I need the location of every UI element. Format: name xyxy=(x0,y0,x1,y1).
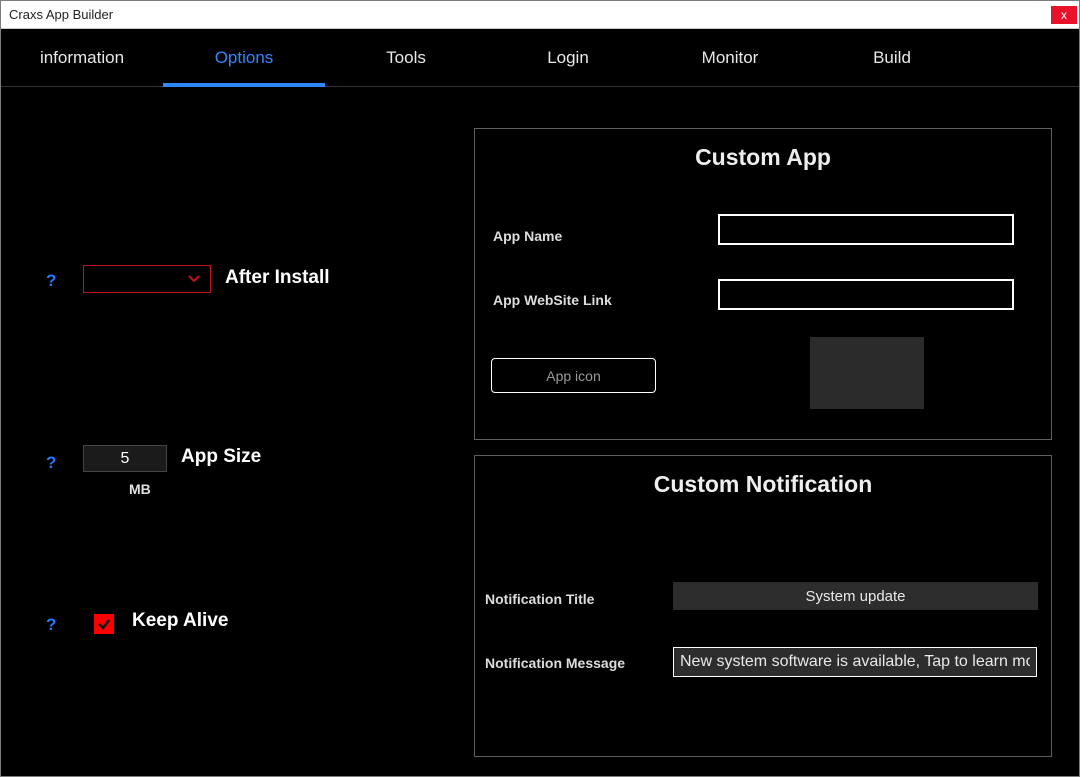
notification-title-input[interactable] xyxy=(673,582,1038,610)
tab-label: Login xyxy=(547,48,589,68)
title-bar: Craxs App Builder x xyxy=(1,1,1079,29)
tab-options[interactable]: Options xyxy=(163,29,325,86)
help-icon[interactable]: ? xyxy=(46,271,56,291)
help-icon[interactable]: ? xyxy=(46,615,56,635)
content-area: ? After Install ? App Size MB ? Keep Ali… xyxy=(1,87,1079,776)
tab-label: Options xyxy=(215,48,274,68)
tab-label: Tools xyxy=(386,48,426,68)
after-install-select[interactable] xyxy=(83,265,211,293)
keep-alive-label: Keep Alive xyxy=(132,610,228,632)
custom-notification-panel: Custom Notification Notification Title N… xyxy=(474,455,1052,757)
tab-label: Build xyxy=(873,48,911,68)
chevron-down-icon xyxy=(188,275,200,283)
close-icon: x xyxy=(1061,8,1067,22)
tab-build[interactable]: Build xyxy=(811,29,973,86)
app-name-input[interactable] xyxy=(718,214,1014,245)
custom-app-title: Custom App xyxy=(475,144,1051,171)
app-icon-preview xyxy=(810,337,924,409)
help-icon[interactable]: ? xyxy=(46,453,56,473)
app-size-input[interactable] xyxy=(83,445,167,472)
app-icon-button[interactable]: App icon xyxy=(491,358,656,393)
app-website-input[interactable] xyxy=(718,279,1014,310)
app-window: Craxs App Builder x information Options … xyxy=(0,0,1080,777)
app-size-unit: MB xyxy=(129,481,151,497)
close-button[interactable]: x xyxy=(1051,6,1077,24)
tab-label: Monitor xyxy=(702,48,759,68)
window-title: Craxs App Builder xyxy=(9,7,1071,22)
tab-label: information xyxy=(40,48,124,68)
check-icon xyxy=(97,617,111,631)
tab-monitor[interactable]: Monitor xyxy=(649,29,811,86)
nav-tabs: information Options Tools Login Monitor … xyxy=(1,29,1079,87)
app-size-label: App Size xyxy=(181,446,261,468)
after-install-label: After Install xyxy=(225,267,330,289)
notification-message-input[interactable] xyxy=(673,647,1037,677)
notification-title-label: Notification Title xyxy=(485,591,594,607)
app-name-label: App Name xyxy=(493,228,562,244)
notification-message-label: Notification Message xyxy=(485,655,625,671)
keep-alive-checkbox[interactable] xyxy=(94,614,114,634)
custom-notification-title: Custom Notification xyxy=(475,471,1051,498)
custom-app-panel: Custom App App Name App WebSite Link App… xyxy=(474,128,1052,440)
tab-login[interactable]: Login xyxy=(487,29,649,86)
app-website-label: App WebSite Link xyxy=(493,292,612,308)
tab-information[interactable]: information xyxy=(1,29,163,86)
tab-tools[interactable]: Tools xyxy=(325,29,487,86)
